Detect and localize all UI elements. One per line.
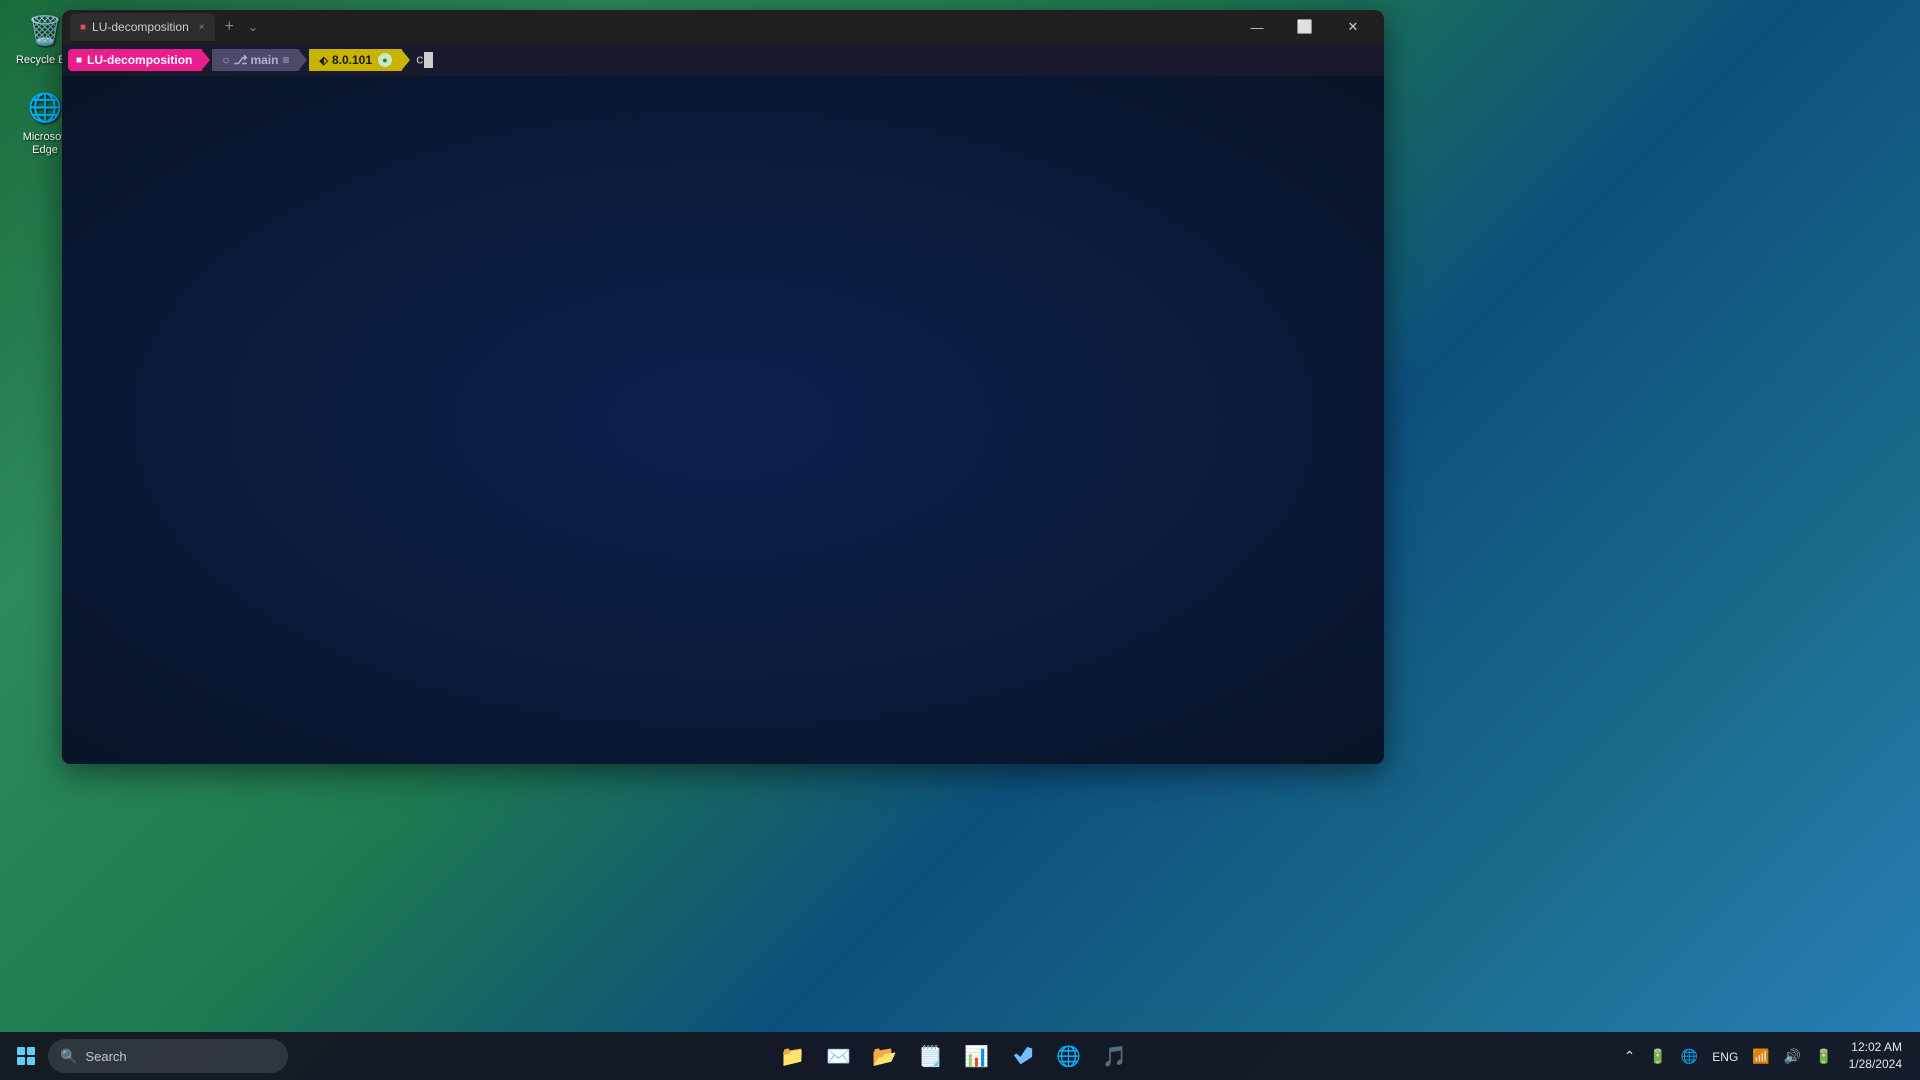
taskbar-calculator[interactable]: 🗒️	[909, 1036, 953, 1076]
tab-terminal-icon: ■	[80, 22, 86, 33]
title-bar: ■ LU-decomposition × + ⌄ — ⬜ ✕	[62, 10, 1384, 44]
tab-dropdown-button[interactable]: ⌄	[244, 18, 262, 36]
project-pill: ■ LU-decomposition	[68, 49, 202, 71]
tray-network[interactable]: 🌐	[1677, 1044, 1702, 1069]
search-label: Search	[85, 1049, 126, 1064]
tray-hidden-icons[interactable]: ⌃	[1620, 1044, 1640, 1069]
taskbar-folder[interactable]: 📂	[863, 1036, 907, 1076]
maximize-button[interactable]: ⬜	[1282, 10, 1328, 44]
branch-fork-icon: ⎇	[234, 53, 248, 67]
close-button[interactable]: ✕	[1330, 10, 1376, 44]
window-controls: — ⬜ ✕	[1234, 10, 1376, 44]
system-tray: ⌃ 🔋 🌐 ENG 📶 🔊 🔋 12:02 AM 1/28/2024	[1620, 1037, 1912, 1075]
tray-battery[interactable]: 🔋	[1811, 1044, 1836, 1069]
recycle-bin-image: 🗑️	[25, 10, 65, 50]
version-check-icon: ●	[378, 53, 392, 67]
terminal-input[interactable]: c	[416, 52, 433, 68]
prompt-bar: ■ LU-decomposition ○ ⎇ main ≡ ⬖ 8.0.101 …	[62, 44, 1384, 76]
version-pill: ⬖ 8.0.101 ●	[309, 49, 402, 71]
terminal-window: ■ LU-decomposition × + ⌄ — ⬜ ✕ ■ LU-deco…	[62, 10, 1384, 764]
start-button[interactable]	[8, 1038, 44, 1074]
branch-pill: ○ ⎇ main ≡	[212, 49, 299, 71]
taskbar-apps: 📁 ✉️ 📂 🗒️ 📊 🌐 🎵	[292, 1036, 1616, 1076]
branch-equals-icon: ≡	[282, 53, 289, 67]
taskbar-search[interactable]: 🔍 Search	[48, 1039, 288, 1073]
tray-battery-saver[interactable]: 🔋	[1645, 1044, 1670, 1069]
taskbar-mail[interactable]: ✉️	[817, 1036, 861, 1076]
terminal-tab[interactable]: ■ LU-decomposition ×	[70, 13, 215, 41]
terminal-body[interactable]	[62, 76, 1384, 764]
project-name: LU-decomposition	[87, 53, 192, 67]
taskbar-vscode[interactable]	[1001, 1036, 1045, 1076]
clock-time: 12:02 AM	[1849, 1039, 1902, 1056]
taskbar: 🔍 Search 📁 ✉️ 📂 🗒️ 📊 🌐 🎵 ⌃ 🔋 🌐 ENG	[0, 1032, 1920, 1080]
project-icon: ■	[76, 55, 82, 66]
cursor-block	[424, 52, 433, 68]
language-label: ENG	[1712, 1050, 1738, 1064]
taskbar-file-explorer[interactable]: 📁	[771, 1036, 815, 1076]
tray-language[interactable]: ENG	[1708, 1044, 1742, 1068]
close-tab-button[interactable]: ×	[199, 22, 205, 33]
minimize-button[interactable]: —	[1234, 10, 1280, 44]
version-number: 8.0.101	[332, 53, 372, 67]
edge-image: 🌐	[25, 87, 65, 127]
taskbar-music[interactable]: 🎵	[1093, 1036, 1137, 1076]
desktop: 🗑️ Recycle Bin 🌐 Microsoft Edge ■ LU-dec…	[0, 0, 1920, 1080]
tray-volume[interactable]: 🔊	[1780, 1044, 1805, 1069]
add-tab-button[interactable]: +	[219, 16, 240, 38]
tray-wifi[interactable]: 📶	[1748, 1044, 1773, 1069]
branch-name: main	[250, 53, 278, 67]
windows-logo	[17, 1047, 35, 1065]
clock-date: 1/28/2024	[1849, 1056, 1902, 1073]
taskbar-edge[interactable]: 🌐	[1047, 1036, 1091, 1076]
input-text: c	[416, 52, 424, 67]
search-icon: 🔍	[60, 1048, 77, 1065]
version-lightning-icon: ⬖	[319, 54, 327, 67]
branch-circle-icon: ○	[222, 53, 229, 67]
tab-label: LU-decomposition	[92, 20, 189, 34]
tray-clock[interactable]: 12:02 AM 1/28/2024	[1843, 1037, 1908, 1075]
taskbar-office[interactable]: 📊	[955, 1036, 999, 1076]
